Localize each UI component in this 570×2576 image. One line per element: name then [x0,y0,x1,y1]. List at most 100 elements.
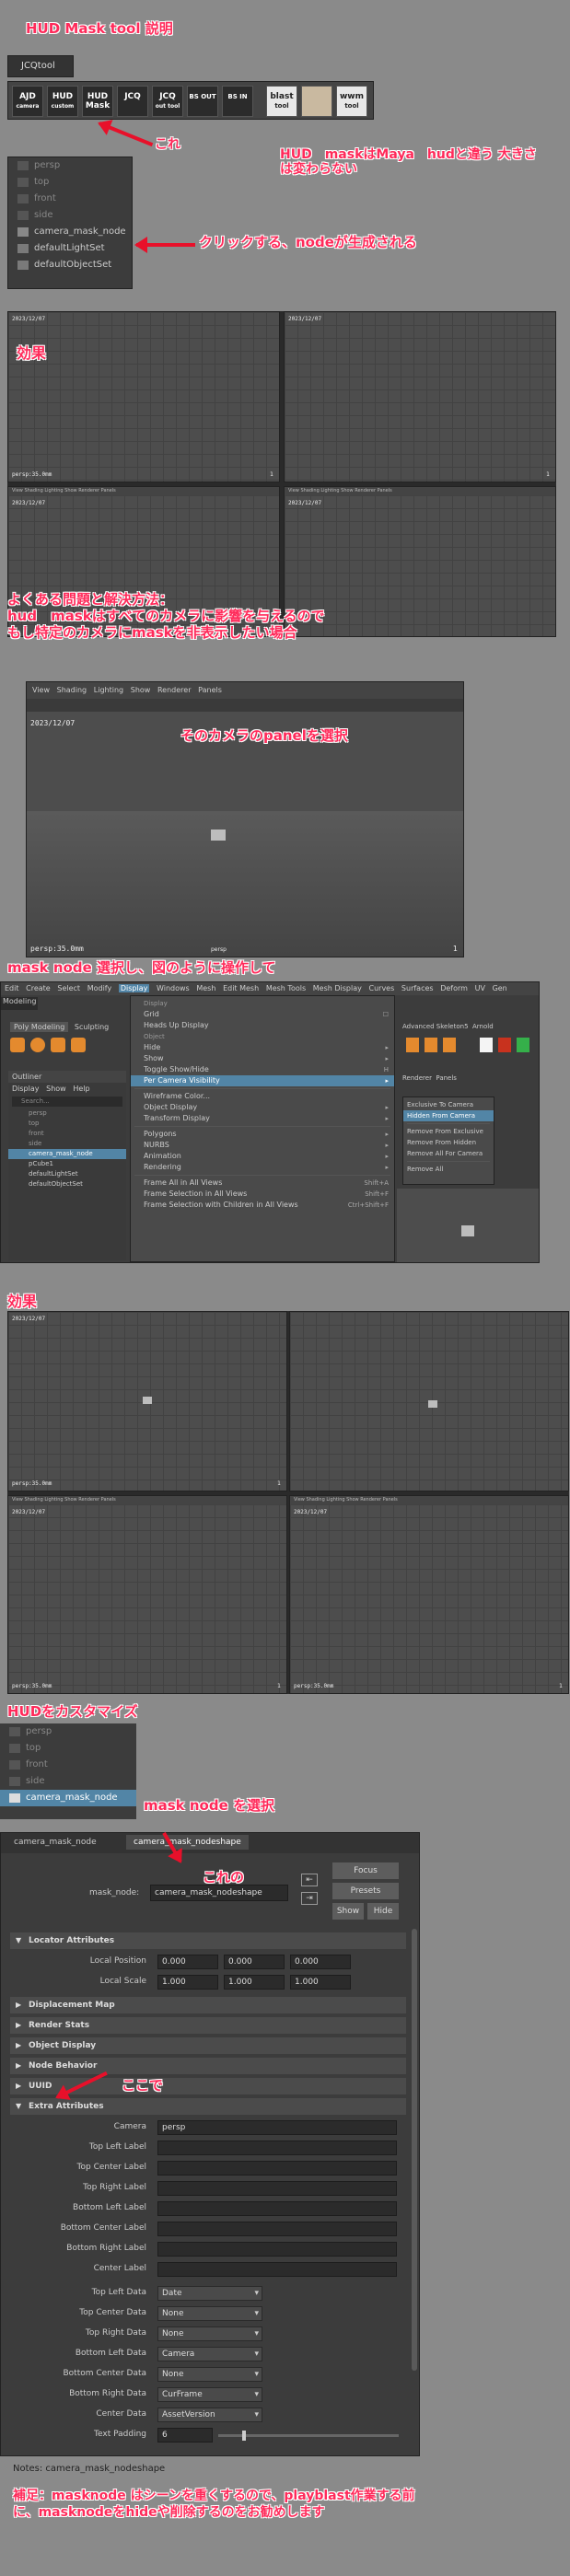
focus-button[interactable]: Focus [332,1862,399,1879]
outliner-item-camera-mask-node[interactable]: camera_mask_node [8,1149,126,1159]
menu-item-remove-all-for-camera[interactable]: Remove All For Camera [403,1148,494,1159]
mode-dropdown[interactable]: Modeling [1,997,38,1010]
menu-item-nurbs[interactable]: NURBS ▸ [131,1140,394,1151]
shelf-button-ajd[interactable]: AJD camera [12,86,43,117]
menu-renderer[interactable]: Renderer [157,686,192,694]
outliner-item-side[interactable]: side [8,207,132,224]
menu-item-heads-up-display[interactable]: Heads Up Display [131,1020,394,1031]
viewport-bottom-right[interactable]: View Shading Lighting Show Renderer Pane… [289,1495,569,1694]
outliner-item-side[interactable]: side [0,1773,136,1790]
local-scale-z[interactable]: 1.000 [290,1975,351,1990]
menu-item-frame-selection[interactable]: Frame Selection in All Views Shift+F [131,1189,394,1200]
bottom-left-data-dropdown[interactable]: Camera [157,2347,262,2361]
outliner-item-camera-mask-node[interactable]: camera_mask_node [0,1790,136,1806]
outliner-item-front[interactable]: front [0,1757,136,1773]
tab-camera-mask-node[interactable]: camera_mask_node [14,1838,97,1847]
menu-show[interactable]: Show [131,686,151,694]
outliner-item-persp[interactable]: persp [0,1723,136,1740]
shelf-button-cat-icon[interactable] [301,86,332,117]
local-position-x[interactable]: 0.000 [157,1955,218,1969]
menu-item-transform-display[interactable]: Transform Display ▸ [131,1113,394,1124]
menu-item-remove-all[interactable]: Remove All [403,1164,494,1175]
outliner-item-default-object-set[interactable]: defaultObjectSet [8,1179,126,1189]
outliner-item-default-object-set[interactable]: defaultObjectSet [8,257,132,273]
section-displacement-map[interactable]: ▶ Displacement Map [10,1997,406,2013]
ae-node-field[interactable]: camera_mask_nodeshape [150,1885,288,1901]
panel-view[interactable]: View Shading Lighting Show Renderer Pane… [26,681,464,957]
local-position-z[interactable]: 0.000 [290,1955,351,1969]
shelf-tab[interactable]: JCQtool [21,61,55,71]
bottom-center-data-dropdown[interactable]: None [157,2367,262,2382]
outliner-item-default-light-set[interactable]: defaultLightSet [8,1169,126,1179]
shelf-button-hud-custom[interactable]: HUD custom [47,86,78,117]
outliner-item-front[interactable]: front [8,191,132,207]
menu-item-wireframe-color[interactable]: Wireframe Color... [131,1091,394,1102]
menu-item-frame-selection-children[interactable]: Frame Selection with Children in All Vie… [131,1200,394,1211]
slider-handle[interactable] [242,2431,246,2441]
menu-panels[interactable]: Panels [198,686,222,694]
outliner-item-front[interactable]: front [8,1129,126,1139]
menu-item-hide[interactable]: Hide ▸ [131,1042,394,1053]
outliner-item-top[interactable]: top [8,174,132,191]
text-padding-field[interactable]: 6 [157,2428,213,2443]
local-position-y[interactable]: 0.000 [224,1955,285,1969]
shelf-button-bs-in[interactable]: BS IN [222,86,253,117]
outliner-item-top[interactable]: top [0,1740,136,1757]
menu-item-animation[interactable]: Animation ▸ [131,1151,394,1162]
ae-scrollbar[interactable] [412,1929,417,2371]
menu-view[interactable]: View [32,686,50,694]
outliner-item-default-light-set[interactable]: defaultLightSet [8,240,132,257]
local-scale-x[interactable]: 1.000 [157,1975,218,1990]
cone-icon[interactable] [71,1038,86,1052]
menu-item-remove-from-exclusive[interactable]: Remove From Exclusive [403,1126,494,1137]
arrow-in-icon[interactable]: ⇤ [301,1874,318,1886]
menu-item-grid[interactable]: Grid ☐ [131,1009,394,1020]
menu-item-exclusive-to-camera[interactable]: Exclusive To Camera [403,1099,494,1110]
shelf-button-wwm[interactable]: wwm tool [336,86,367,117]
section-extra-attributes[interactable]: ▼ Extra Attributes [10,2098,406,2115]
shelf-button-blast[interactable]: blast tool [266,86,297,117]
cylinder-icon[interactable] [51,1038,65,1052]
shelf-button-hud-mask[interactable]: HUD Mask [82,86,113,117]
menu-item-toggle-show-hide[interactable]: Toggle Show/Hide H [131,1064,394,1075]
show-button[interactable]: Show [332,1903,364,1920]
top-center-data-dropdown[interactable]: None [157,2306,262,2321]
shelf-button-jcq-out[interactable]: JCQ out tool [152,86,183,117]
cube-icon[interactable] [10,1038,25,1052]
menu-item-per-camera-visibility[interactable]: Per Camera Visibility ▸ [131,1075,394,1086]
bottom-right-data-dropdown[interactable]: CurFrame [157,2387,262,2402]
menu-lighting[interactable]: Lighting [94,686,123,694]
presets-button[interactable]: Presets [332,1883,399,1899]
outliner-item-side[interactable]: side [8,1139,126,1149]
section-render-stats[interactable]: ▶ Render Stats [10,2017,406,2034]
menu-display[interactable]: Display [118,984,150,992]
menu-item-rendering[interactable]: Rendering ▸ [131,1162,394,1173]
top-left-data-dropdown[interactable]: Date [157,2286,262,2301]
menu-item-remove-from-hidden[interactable]: Remove From Hidden [403,1137,494,1148]
section-locator-attributes[interactable]: ▼ Locator Attributes [10,1932,406,1949]
viewport-bottom-left[interactable]: View Shading Lighting Show Renderer Pane… [7,1495,287,1694]
hide-button[interactable]: Hide [367,1903,399,1920]
section-node-behavior[interactable]: ▶ Node Behavior [10,2058,406,2074]
sphere-icon[interactable] [30,1038,45,1052]
viewport-top-right[interactable] [289,1311,569,1491]
local-scale-y[interactable]: 1.000 [224,1975,285,1990]
menu-item-show[interactable]: Show ▸ [131,1053,394,1064]
outliner-item-persp[interactable]: persp [8,1108,126,1119]
outliner-item-pcube1[interactable]: pCube1 [8,1159,126,1169]
outliner-item-camera-mask-node[interactable]: camera_mask_node [8,224,132,240]
menu-item-polygons[interactable]: Polygons ▸ [131,1129,394,1140]
camera-field[interactable]: persp [157,2120,397,2135]
arrow-out-icon[interactable]: ⇥ [301,1892,318,1905]
shelf-button-bs-out[interactable]: BS OUT [187,86,218,117]
viewport-top-right[interactable]: 2023/12/07 1 [284,311,556,482]
menu-item-hidden-from-camera[interactable]: Hidden From Camera [403,1110,494,1121]
outliner-item-persp[interactable]: persp [8,157,132,174]
shelf-button-jcq[interactable]: JCQ [117,86,148,117]
outliner-search[interactable]: Search... [12,1097,122,1107]
center-data-dropdown[interactable]: AssetVersion [157,2408,262,2422]
tab-sculpting[interactable]: Sculpting [71,1022,112,1032]
menu-item-object-display[interactable]: Object Display ▸ [131,1102,394,1113]
top-right-data-dropdown[interactable]: None [157,2327,262,2341]
menu-item-frame-all[interactable]: Frame All in All Views Shift+A [131,1178,394,1189]
